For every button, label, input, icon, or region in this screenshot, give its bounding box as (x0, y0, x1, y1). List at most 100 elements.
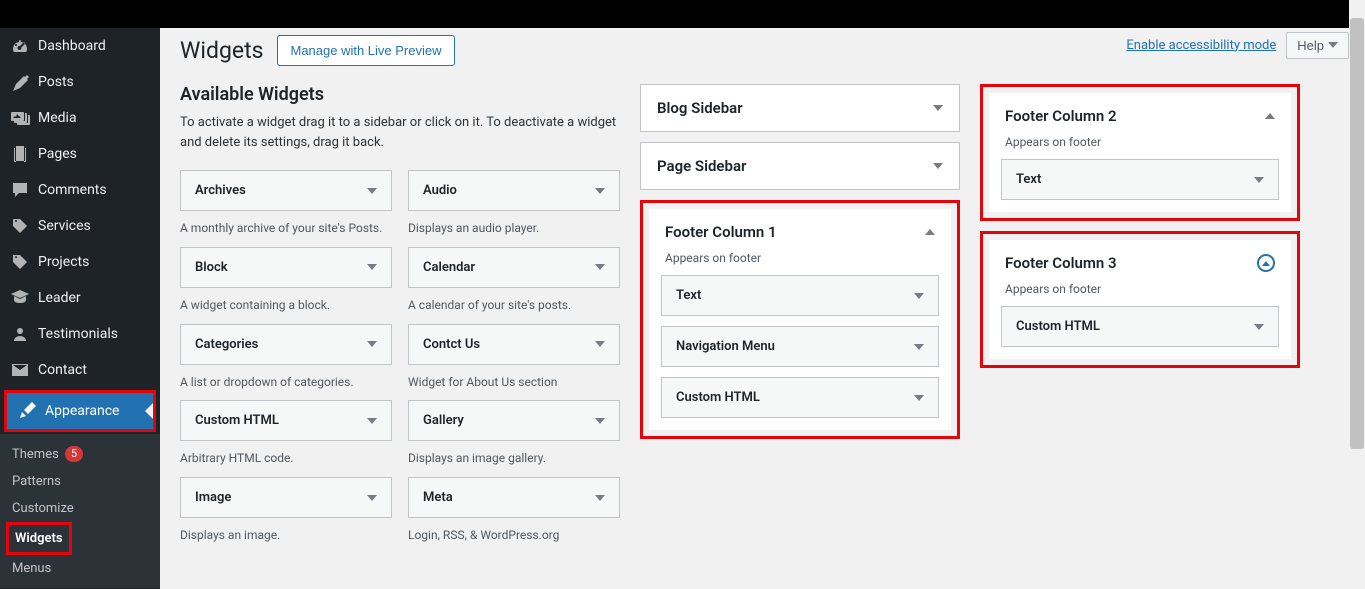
area-footer-column-3: Footer Column 3 Appears on footer Custom… (989, 240, 1291, 359)
area-body: Custom HTML (989, 306, 1291, 359)
screen-actions: Enable accessibility mode Help (1126, 28, 1349, 65)
submenu-label: Themes (12, 447, 59, 462)
area-description: Appears on footer (989, 135, 1291, 159)
submenu-label: Patterns (12, 474, 61, 489)
submenu-item-customize[interactable]: Customize (0, 495, 160, 522)
widget-description: Displays an image gallery. (408, 450, 620, 467)
submenu-item-widgets[interactable]: Widgets (9, 525, 69, 552)
sidebar-label: Services (38, 218, 91, 234)
submenu-label: Menus (12, 561, 51, 576)
sidebar-item-appearance[interactable]: Appearance (7, 393, 153, 429)
sidebar-areas-column-2: Footer Column 2 Appears on footer Text (980, 84, 1300, 544)
widget-block[interactable]: Block (180, 247, 392, 288)
placed-widget-text[interactable]: Text (1001, 159, 1279, 200)
area-title: Footer Column 3 (1005, 254, 1117, 272)
sidebar-label: Appearance (45, 403, 119, 419)
sidebar-item-projects[interactable]: Projects (0, 244, 160, 280)
chevron-down-icon (1254, 324, 1264, 330)
sidebar-item-media[interactable]: Media (0, 100, 160, 136)
chevron-down-icon (1328, 42, 1338, 48)
sidebar-item-contact[interactable]: Contact (0, 352, 160, 388)
sidebar-label: Posts (38, 74, 74, 90)
sidebar-label: Pages (38, 146, 77, 162)
chevron-up-circled-icon (1257, 254, 1275, 272)
submenu-label: Widgets (15, 531, 63, 546)
scroll-thumb[interactable] (1350, 18, 1364, 449)
area-header[interactable]: Footer Column 3 (989, 240, 1291, 286)
highlight-box: Footer Column 3 Appears on footer Custom… (980, 231, 1300, 368)
area-title: Page Sidebar (657, 157, 746, 175)
highlight-box: Footer Column 1 Appears on footer Text N… (640, 200, 960, 439)
widget-gallery[interactable]: Gallery (408, 400, 620, 441)
tag-icon (10, 252, 30, 272)
tag-icon (10, 216, 30, 236)
widget-title: Gallery (423, 413, 464, 428)
area-body: Text (989, 159, 1291, 212)
placed-widget-custom-html[interactable]: Custom HTML (1001, 306, 1279, 347)
sidebar-item-dashboard[interactable]: Dashboard (0, 28, 160, 64)
widget-title: Contct Us (423, 337, 480, 352)
mail-icon (10, 360, 30, 380)
widget-description: Displays an image. (180, 527, 392, 544)
chevron-down-icon (595, 495, 605, 501)
available-widgets-column: Available Widgets To activate a widget d… (180, 84, 620, 544)
chevron-down-icon (914, 293, 924, 299)
widget-categories[interactable]: Categories (180, 324, 392, 365)
widget-title: Custom HTML (195, 413, 279, 428)
sidebar-label: Projects (38, 254, 89, 270)
widget-image[interactable]: Image (180, 477, 392, 518)
section-title: Available Widgets (180, 84, 620, 105)
widget-title: Categories (195, 337, 258, 352)
sidebar-item-services[interactable]: Services (0, 208, 160, 244)
media-icon (10, 108, 30, 128)
sidebar-label: Media (38, 110, 77, 126)
brush-icon (17, 401, 37, 421)
help-button[interactable]: Help (1286, 32, 1349, 59)
submenu-item-menus[interactable]: Menus (0, 555, 160, 582)
update-badge: 5 (65, 446, 83, 462)
sidebar-item-testimonials[interactable]: Testimonials (0, 316, 160, 352)
widget-archives[interactable]: Archives (180, 170, 392, 211)
sidebar-item-leader[interactable]: Leader (0, 280, 160, 316)
widget-contact-us[interactable]: Contct Us (408, 324, 620, 365)
sidebar-label: Testimonials (38, 326, 118, 342)
placed-widget-navigation-menu[interactable]: Navigation Menu (661, 326, 939, 367)
area-description: Appears on footer (649, 251, 951, 275)
sidebar-item-comments[interactable]: Comments (0, 172, 160, 208)
sidebar-item-posts[interactable]: Posts (0, 64, 160, 100)
scrollbar[interactable] (1349, 0, 1365, 589)
area-header[interactable]: Blog Sidebar (641, 85, 959, 131)
area-title: Blog Sidebar (657, 99, 743, 117)
area-header[interactable]: Footer Column 1 (649, 209, 951, 255)
submenu-item-patterns[interactable]: Patterns (0, 468, 160, 495)
sidebar-label: Leader (38, 290, 81, 306)
area-page-sidebar: Page Sidebar (640, 142, 960, 190)
placed-widget-custom-html[interactable]: Custom HTML (661, 377, 939, 418)
widget-title: Block (195, 260, 228, 275)
widget-custom-html[interactable]: Custom HTML (180, 400, 392, 441)
widget-description: Login, RSS, & WordPress.org (408, 527, 620, 544)
live-preview-button[interactable]: Manage with Live Preview (277, 35, 454, 66)
widget-description: Widget for About Us section (408, 374, 620, 391)
comments-icon (10, 180, 30, 200)
placed-widget-title: Navigation Menu (676, 339, 775, 354)
chevron-up-icon (1265, 113, 1275, 119)
available-widgets-grid: Archives A monthly archive of your site'… (180, 170, 620, 544)
accessibility-link[interactable]: Enable accessibility mode (1126, 38, 1276, 53)
sidebar-item-pages[interactable]: Pages (0, 136, 160, 172)
widget-meta[interactable]: Meta (408, 477, 620, 518)
area-description: Appears on footer (989, 282, 1291, 306)
widget-calendar[interactable]: Calendar (408, 247, 620, 288)
area-footer-column-2: Footer Column 2 Appears on footer Text (989, 93, 1291, 212)
graduation-icon (10, 288, 30, 308)
chevron-down-icon (367, 341, 377, 347)
placed-widget-text[interactable]: Text (661, 275, 939, 316)
widget-title: Meta (423, 490, 453, 505)
sidebar-label: Contact (38, 362, 87, 378)
area-header[interactable]: Footer Column 2 (989, 93, 1291, 139)
submenu-item-themes[interactable]: Themes 5 (0, 440, 160, 468)
chevron-down-icon (367, 495, 377, 501)
help-label: Help (1297, 38, 1324, 53)
widget-audio[interactable]: Audio (408, 170, 620, 211)
area-header[interactable]: Page Sidebar (641, 143, 959, 189)
